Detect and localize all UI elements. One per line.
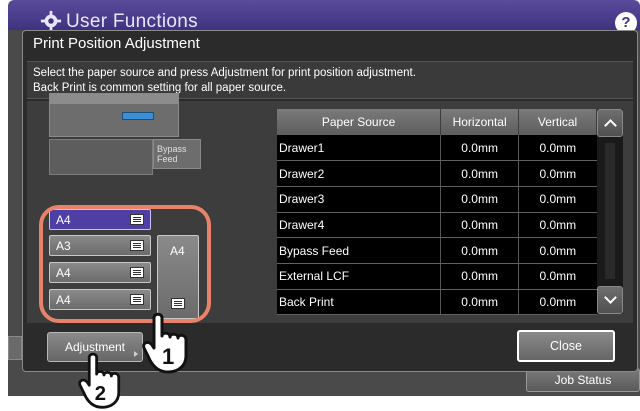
printer-body-middle: [49, 139, 153, 175]
print-position-dialog: Print Position Adjustment Select the pap…: [22, 30, 638, 372]
hand-pointer-icon: 1: [142, 312, 188, 374]
table-row[interactable]: Bypass Feed 0.0mm 0.0mm: [277, 237, 597, 264]
table-row[interactable]: Drawer2 0.0mm 0.0mm: [277, 160, 597, 187]
paper-source-highlight: [39, 205, 211, 323]
table-row[interactable]: Drawer1 0.0mm 0.0mm: [277, 135, 597, 162]
vertical-value: 0.0mm: [518, 263, 597, 290]
table-row[interactable]: Drawer4 0.0mm 0.0mm: [277, 212, 597, 239]
chevron-down-icon: [604, 291, 617, 304]
background-tab: [8, 336, 22, 360]
close-button[interactable]: Close: [517, 330, 615, 362]
vertical-value: 0.0mm: [518, 160, 597, 187]
scroll-track[interactable]: [605, 143, 615, 279]
vertical-value: 0.0mm: [518, 186, 597, 213]
paper-source-name: Drawer3: [277, 186, 441, 213]
gear-icon: [40, 10, 62, 32]
scroll-down-button[interactable]: [597, 286, 623, 314]
vertical-value: 0.0mm: [518, 135, 597, 162]
horizontal-value: 0.0mm: [440, 212, 519, 239]
column-header-horizontal: Horizontal: [440, 109, 520, 135]
vertical-value: 0.0mm: [518, 289, 597, 316]
table-row[interactable]: Drawer3 0.0mm 0.0mm: [277, 186, 597, 213]
bypass-label-line1: Bypass: [157, 144, 187, 154]
hand-pointer-icon: 2: [78, 352, 121, 409]
printer-body-top: [49, 93, 179, 137]
printer-control-panel: [122, 112, 154, 120]
paper-source-table: Paper Source Horizontal Vertical Drawer1…: [277, 109, 597, 316]
vertical-value: 0.0mm: [518, 212, 597, 239]
paper-source-name: External LCF: [277, 263, 441, 290]
vertical-value: 0.0mm: [518, 237, 597, 264]
column-header-paper-source: Paper Source: [277, 109, 442, 135]
horizontal-value: 0.0mm: [440, 135, 519, 162]
paper-source-name: Drawer2: [277, 160, 441, 187]
paper-source-name: Drawer4: [277, 212, 441, 239]
printer-scanner: [50, 94, 178, 104]
horizontal-value: 0.0mm: [440, 263, 519, 290]
table-scrollbar[interactable]: [597, 109, 623, 314]
step-2-number: 2: [95, 383, 106, 405]
chevron-up-icon: [604, 119, 617, 132]
table-row[interactable]: Back Print 0.0mm 0.0mm: [277, 289, 597, 316]
horizontal-value: 0.0mm: [440, 160, 519, 187]
horizontal-value: 0.0mm: [440, 237, 519, 264]
step-1-number: 1: [162, 344, 174, 369]
column-header-vertical: Vertical: [518, 109, 597, 135]
app-header: User Functions ?: [8, 0, 640, 34]
bypass-label-line2: Feed: [157, 154, 178, 164]
paper-source-name: Bypass Feed: [277, 237, 441, 264]
paper-source-name: Drawer1: [277, 135, 441, 162]
paper-source-name: Back Print: [277, 289, 441, 316]
horizontal-value: 0.0mm: [440, 186, 519, 213]
horizontal-value: 0.0mm: [440, 289, 519, 316]
dialog-title: Print Position Adjustment: [33, 35, 200, 52]
screen: { "app": { "title": "User Functions" }, …: [0, 0, 640, 411]
table-row[interactable]: External LCF 0.0mm 0.0mm: [277, 263, 597, 290]
bypass-feed-tray[interactable]: Bypass Feed: [153, 139, 201, 169]
table-header-row: Paper Source Horizontal Vertical: [277, 109, 597, 135]
instruction-line-1: Select the paper source and press Adjust…: [33, 67, 416, 79]
scroll-up-button[interactable]: [597, 109, 623, 137]
